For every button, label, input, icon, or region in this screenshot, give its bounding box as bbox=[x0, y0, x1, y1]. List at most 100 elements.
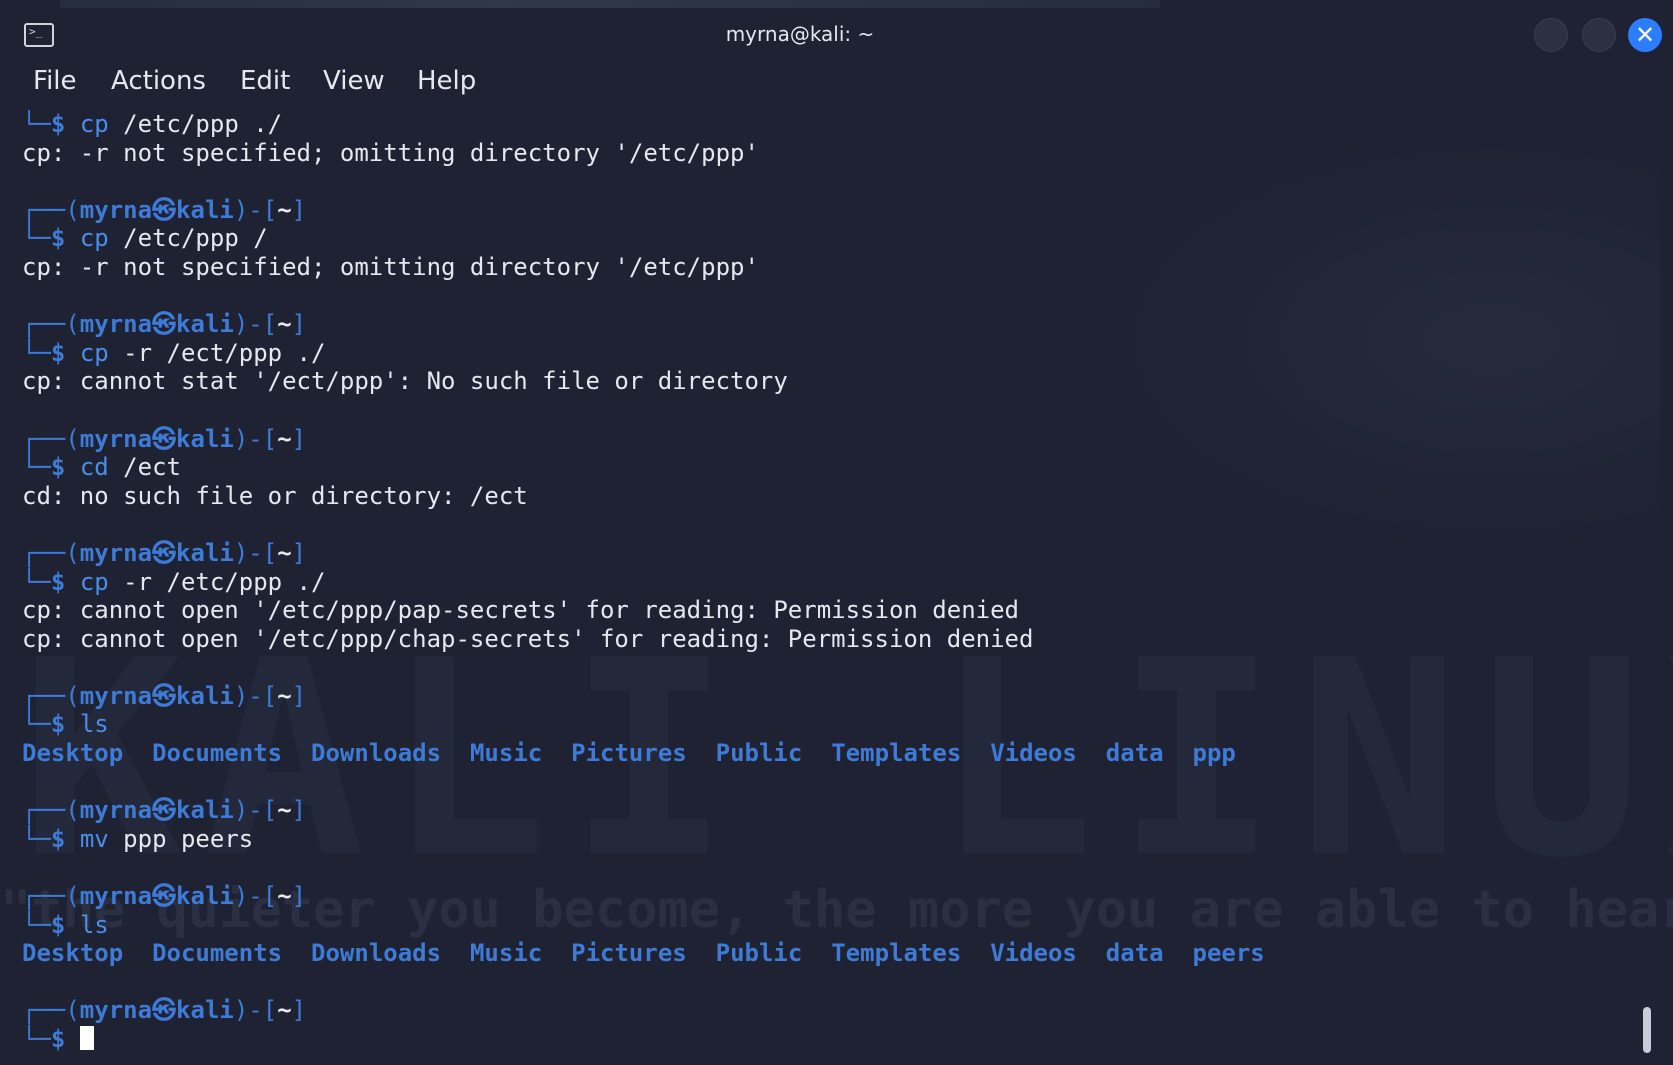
prompt-user: myrna bbox=[79, 310, 153, 339]
directory-item: Desktop bbox=[22, 939, 124, 968]
command-line: └─$ bbox=[22, 1025, 1673, 1054]
directory-item: Videos bbox=[990, 939, 1077, 968]
prompt-frame: )-[ bbox=[233, 538, 278, 567]
window-title: myrna@kali: ~ bbox=[725, 22, 875, 46]
output-line: cp: cannot open '/etc/ppp/chap-secrets' … bbox=[22, 625, 1673, 654]
text-cursor[interactable] bbox=[79, 1026, 94, 1050]
directory-item: Public bbox=[715, 939, 803, 968]
prompt-host: kali bbox=[176, 424, 234, 453]
directory-item: Desktop bbox=[22, 739, 124, 768]
menu-view[interactable]: View bbox=[323, 66, 385, 96]
prompt-host: kali bbox=[176, 681, 234, 710]
prompt-header-line: ┌──(myrna㉿kali)-[~] bbox=[22, 310, 1673, 339]
output-line: cd: no such file or directory: /ect bbox=[22, 482, 1673, 511]
command-args: /etc/ppp / bbox=[108, 224, 268, 253]
scrollbar-thumb[interactable] bbox=[1643, 1007, 1651, 1053]
prompt-dollar: $ bbox=[50, 567, 66, 596]
minimize-button[interactable] bbox=[1534, 18, 1568, 52]
prompt-dollar: $ bbox=[50, 453, 66, 482]
title-strip-decoration bbox=[60, 0, 1160, 8]
prompt-cwd: ~ bbox=[277, 538, 292, 567]
prompt-frame: └─ bbox=[22, 338, 51, 367]
prompt-at-icon: ㉿ bbox=[152, 538, 177, 567]
close-icon: ✕ bbox=[1634, 21, 1656, 49]
prompt-header-line: ┌──(myrna㉿kali)-[~] bbox=[22, 882, 1673, 911]
prompt-user: myrna bbox=[79, 796, 153, 825]
directory-item: Pictures bbox=[571, 939, 687, 968]
title-bar[interactable]: >_ myrna@kali: ~ ✕ bbox=[0, 0, 1673, 70]
command-name: cp bbox=[79, 110, 109, 138]
ls-output-line: Desktop Documents Downloads Music Pictur… bbox=[22, 739, 1673, 768]
directory-item: Videos bbox=[990, 739, 1077, 768]
terminal-output-area[interactable]: KALI LINUX "the quieter you become, the … bbox=[0, 110, 1673, 1065]
prompt-header-line: ┌──(myrna㉿kali)-[~] bbox=[22, 796, 1673, 825]
command-line: └─$ ls bbox=[22, 911, 1673, 940]
prompt-frame: )-[ bbox=[233, 882, 278, 911]
output-text: cd: no such file or directory: /ect bbox=[22, 481, 528, 510]
maximize-button[interactable] bbox=[1582, 18, 1616, 52]
prompt-user: myrna bbox=[79, 195, 153, 224]
prompt-host: kali bbox=[176, 796, 234, 825]
menu-help[interactable]: Help bbox=[417, 66, 476, 96]
prompt-frame: )-[ bbox=[233, 681, 278, 710]
command-name: cp bbox=[79, 567, 109, 596]
command-name: cp bbox=[79, 338, 109, 367]
command-name: cd bbox=[79, 453, 109, 482]
prompt-host: kali bbox=[176, 195, 234, 224]
prompt-user: myrna bbox=[79, 882, 153, 911]
prompt-host: kali bbox=[176, 310, 234, 339]
menu-file[interactable]: File bbox=[33, 66, 77, 96]
command-line: └─$ cd /ect bbox=[22, 453, 1673, 482]
prompt-frame: └─ bbox=[22, 567, 51, 596]
prompt-frame: ] bbox=[291, 424, 307, 453]
prompt-dollar: $ bbox=[50, 910, 66, 939]
directory-item: Downloads bbox=[311, 939, 442, 968]
prompt-dollar: $ bbox=[50, 338, 66, 367]
prompt-user: myrna bbox=[79, 424, 153, 453]
prompt-cwd: ~ bbox=[277, 681, 292, 710]
prompt-host: kali bbox=[176, 538, 234, 567]
prompt-user: myrna bbox=[79, 996, 153, 1025]
prompt-frame: └─ bbox=[22, 1025, 51, 1053]
command-line: └─$ mv ppp peers bbox=[22, 825, 1673, 854]
output-text: cp: -r not specified; omitting directory… bbox=[22, 252, 759, 281]
prompt-cwd: ~ bbox=[277, 996, 292, 1025]
prompt-user: myrna bbox=[79, 681, 153, 710]
directory-item: ppp bbox=[1192, 739, 1236, 768]
prompt-frame: )-[ bbox=[233, 195, 278, 224]
prompt-user: myrna bbox=[79, 538, 153, 567]
menu-edit[interactable]: Edit bbox=[240, 66, 290, 96]
prompt-frame: )-[ bbox=[233, 996, 278, 1025]
terminal-window: >_ myrna@kali: ~ ✕ File Actions Edit Vie… bbox=[0, 0, 1673, 1065]
directory-item: Templates bbox=[831, 939, 962, 968]
directory-item: Documents bbox=[152, 939, 283, 968]
command-line: └─$ cp /etc/ppp / bbox=[22, 224, 1673, 253]
close-button[interactable]: ✕ bbox=[1628, 18, 1662, 52]
prompt-cwd: ~ bbox=[277, 424, 292, 453]
prompt-dollar: $ bbox=[50, 1025, 66, 1053]
directory-item: peers bbox=[1192, 939, 1265, 968]
command-name: cp bbox=[79, 224, 109, 253]
directory-item: data bbox=[1105, 739, 1164, 768]
menu-actions[interactable]: Actions bbox=[111, 66, 206, 96]
prompt-frame: ┌──( bbox=[22, 195, 80, 224]
prompt-frame: └─ bbox=[22, 824, 51, 853]
